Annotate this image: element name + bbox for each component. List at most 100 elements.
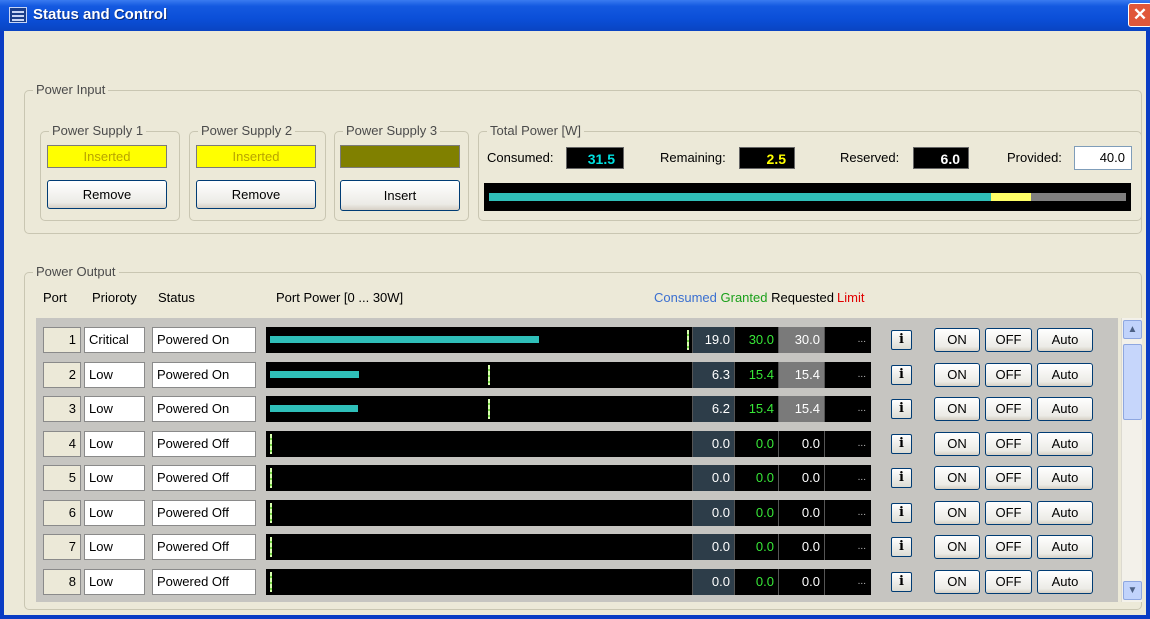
status-control-window: Status and Control ✕ Power Input Power S… (0, 0, 1150, 619)
granted-tick (687, 330, 689, 350)
info-button[interactable]: i (891, 571, 912, 592)
on-button[interactable]: ON (934, 397, 980, 421)
auto-button[interactable]: Auto (1037, 362, 1093, 387)
requested-value: 0.0 (778, 430, 824, 457)
info-button[interactable]: i (891, 364, 912, 385)
granted-value: 0.0 (734, 534, 778, 560)
priority-field[interactable]: Low (84, 465, 145, 491)
auto-button[interactable]: Auto (1037, 569, 1093, 594)
priority-field[interactable]: Low (84, 568, 145, 595)
granted-value: 0.0 (734, 568, 778, 595)
status-field: Powered Off (152, 568, 256, 595)
consumed-fill (270, 336, 539, 343)
status-field: Powered Off (152, 499, 256, 526)
granted-value: 30.0 (734, 327, 778, 353)
requested-value: 15.4 (778, 396, 824, 422)
total-reserved-fill (1031, 193, 1126, 201)
status-field: Powered Off (152, 534, 256, 560)
on-button[interactable]: ON (934, 362, 980, 387)
requested-value: 0.0 (778, 534, 824, 560)
close-icon[interactable]: ✕ (1128, 3, 1150, 27)
granted-tick (270, 571, 272, 592)
consumed-value: 0.0 (692, 430, 734, 457)
auto-button[interactable]: Auto (1037, 500, 1093, 525)
vertical-scrollbar[interactable]: ▲ ▼ (1121, 318, 1142, 602)
off-button[interactable]: OFF (985, 466, 1032, 490)
consumed-value: 6.2 (692, 396, 734, 422)
off-button[interactable]: OFF (985, 569, 1032, 594)
total-power-bar (484, 183, 1131, 211)
header-port: Port (43, 290, 67, 305)
consumed-value: 0.0 (692, 568, 734, 595)
info-button[interactable]: i (891, 502, 912, 523)
consumed-value: 0.0 (692, 534, 734, 560)
consumed-value: 0.0 (692, 465, 734, 491)
on-button[interactable]: ON (934, 535, 980, 559)
info-button[interactable]: i (891, 468, 912, 488)
legend-requested: Requested (771, 290, 834, 305)
consumed-fill (270, 405, 358, 412)
scroll-down-icon[interactable]: ▼ (1123, 581, 1142, 600)
legend-limit: Limit (837, 290, 865, 305)
power-supply-3-label: Power Supply 3 (343, 123, 441, 138)
port-number: 1 (43, 327, 81, 353)
limit-value: ... (824, 361, 870, 388)
off-button[interactable]: OFF (985, 362, 1032, 387)
status-field: Powered Off (152, 465, 256, 491)
power-supply-1-status: Inserted (47, 145, 167, 168)
port-number: 3 (43, 396, 81, 422)
power-supply-2-label: Power Supply 2 (198, 123, 296, 138)
priority-field[interactable]: Low (84, 396, 145, 422)
priority-field[interactable]: Critical (84, 327, 145, 353)
priority-field[interactable]: Low (84, 499, 145, 526)
legend-granted: Granted (720, 290, 768, 305)
on-button[interactable]: ON (934, 500, 980, 525)
limit-value: ... (824, 430, 870, 457)
off-button[interactable]: OFF (985, 535, 1032, 559)
power-supply-1-label: Power Supply 1 (49, 123, 147, 138)
info-button[interactable]: i (891, 537, 912, 557)
priority-field[interactable]: Low (84, 534, 145, 560)
info-button[interactable]: i (891, 433, 912, 454)
off-button[interactable]: OFF (985, 328, 1032, 352)
total-consumed-fill (489, 193, 991, 201)
power-supply-1-remove-button[interactable]: Remove (47, 180, 167, 209)
power-output-label: Power Output (33, 264, 119, 279)
window-title: Status and Control (33, 6, 168, 23)
granted-value: 0.0 (734, 499, 778, 526)
consumed-label: Consumed: (487, 150, 554, 165)
status-field: Powered On (152, 361, 256, 388)
info-button[interactable]: i (891, 399, 912, 419)
granted-tick (488, 399, 490, 419)
on-button[interactable]: ON (934, 466, 980, 490)
provided-label: Provided: (1007, 150, 1062, 165)
port-number: 6 (43, 499, 81, 526)
auto-button[interactable]: Auto (1037, 466, 1093, 490)
off-button[interactable]: OFF (985, 500, 1032, 525)
info-button[interactable]: i (891, 330, 912, 350)
off-button[interactable]: OFF (985, 431, 1032, 456)
reserved-value: 6.0 (913, 147, 969, 169)
scroll-thumb[interactable] (1123, 344, 1142, 420)
auto-button[interactable]: Auto (1037, 431, 1093, 456)
priority-field[interactable]: Low (84, 361, 145, 388)
header-status: Status (158, 290, 195, 305)
power-supply-3-insert-button[interactable]: Insert (340, 180, 460, 211)
consumed-value: 31.5 (566, 147, 624, 169)
title-bar[interactable]: Status and Control ✕ (0, 0, 1150, 31)
power-supply-2-remove-button[interactable]: Remove (196, 180, 316, 209)
port-number: 7 (43, 534, 81, 560)
off-button[interactable]: OFF (985, 397, 1032, 421)
granted-tick (488, 364, 490, 385)
priority-field[interactable]: Low (84, 430, 145, 457)
legend-consumed: Consumed (654, 290, 717, 305)
scroll-up-icon[interactable]: ▲ (1123, 320, 1142, 339)
auto-button[interactable]: Auto (1037, 397, 1093, 421)
provided-value: 40.0 (1074, 146, 1132, 170)
on-button[interactable]: ON (934, 328, 980, 352)
on-button[interactable]: ON (934, 569, 980, 594)
power-input-label: Power Input (33, 82, 109, 97)
auto-button[interactable]: Auto (1037, 535, 1093, 559)
on-button[interactable]: ON (934, 431, 980, 456)
auto-button[interactable]: Auto (1037, 328, 1093, 352)
